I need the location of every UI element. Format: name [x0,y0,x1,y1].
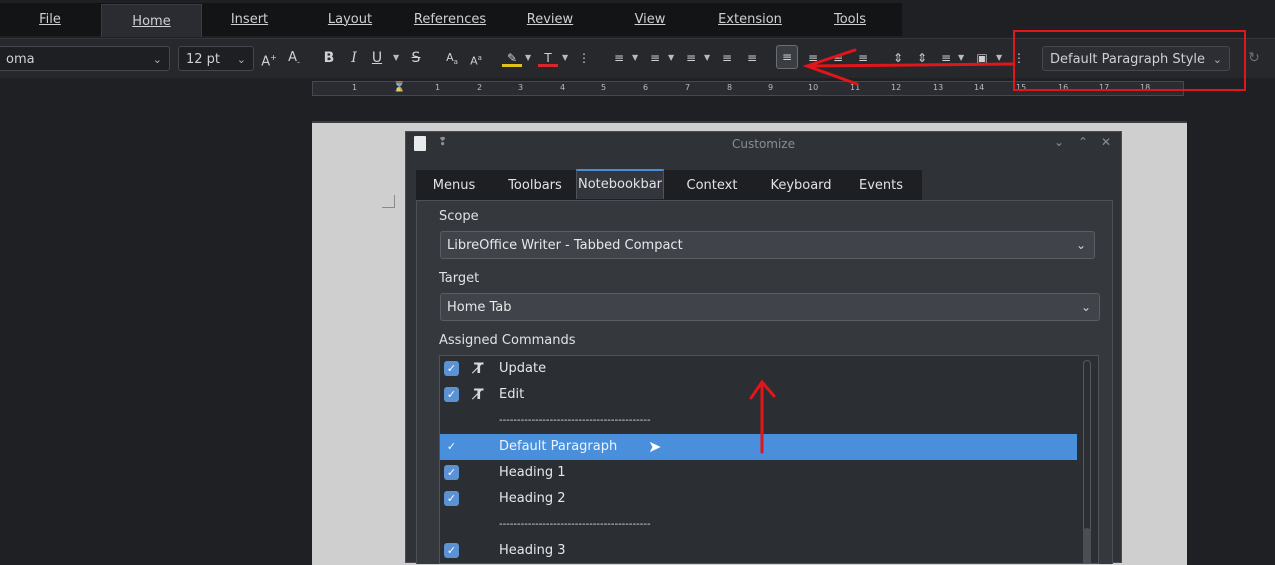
annotation-arrows [749,48,1015,454]
horizontal-arrow-shaft [805,62,1015,68]
